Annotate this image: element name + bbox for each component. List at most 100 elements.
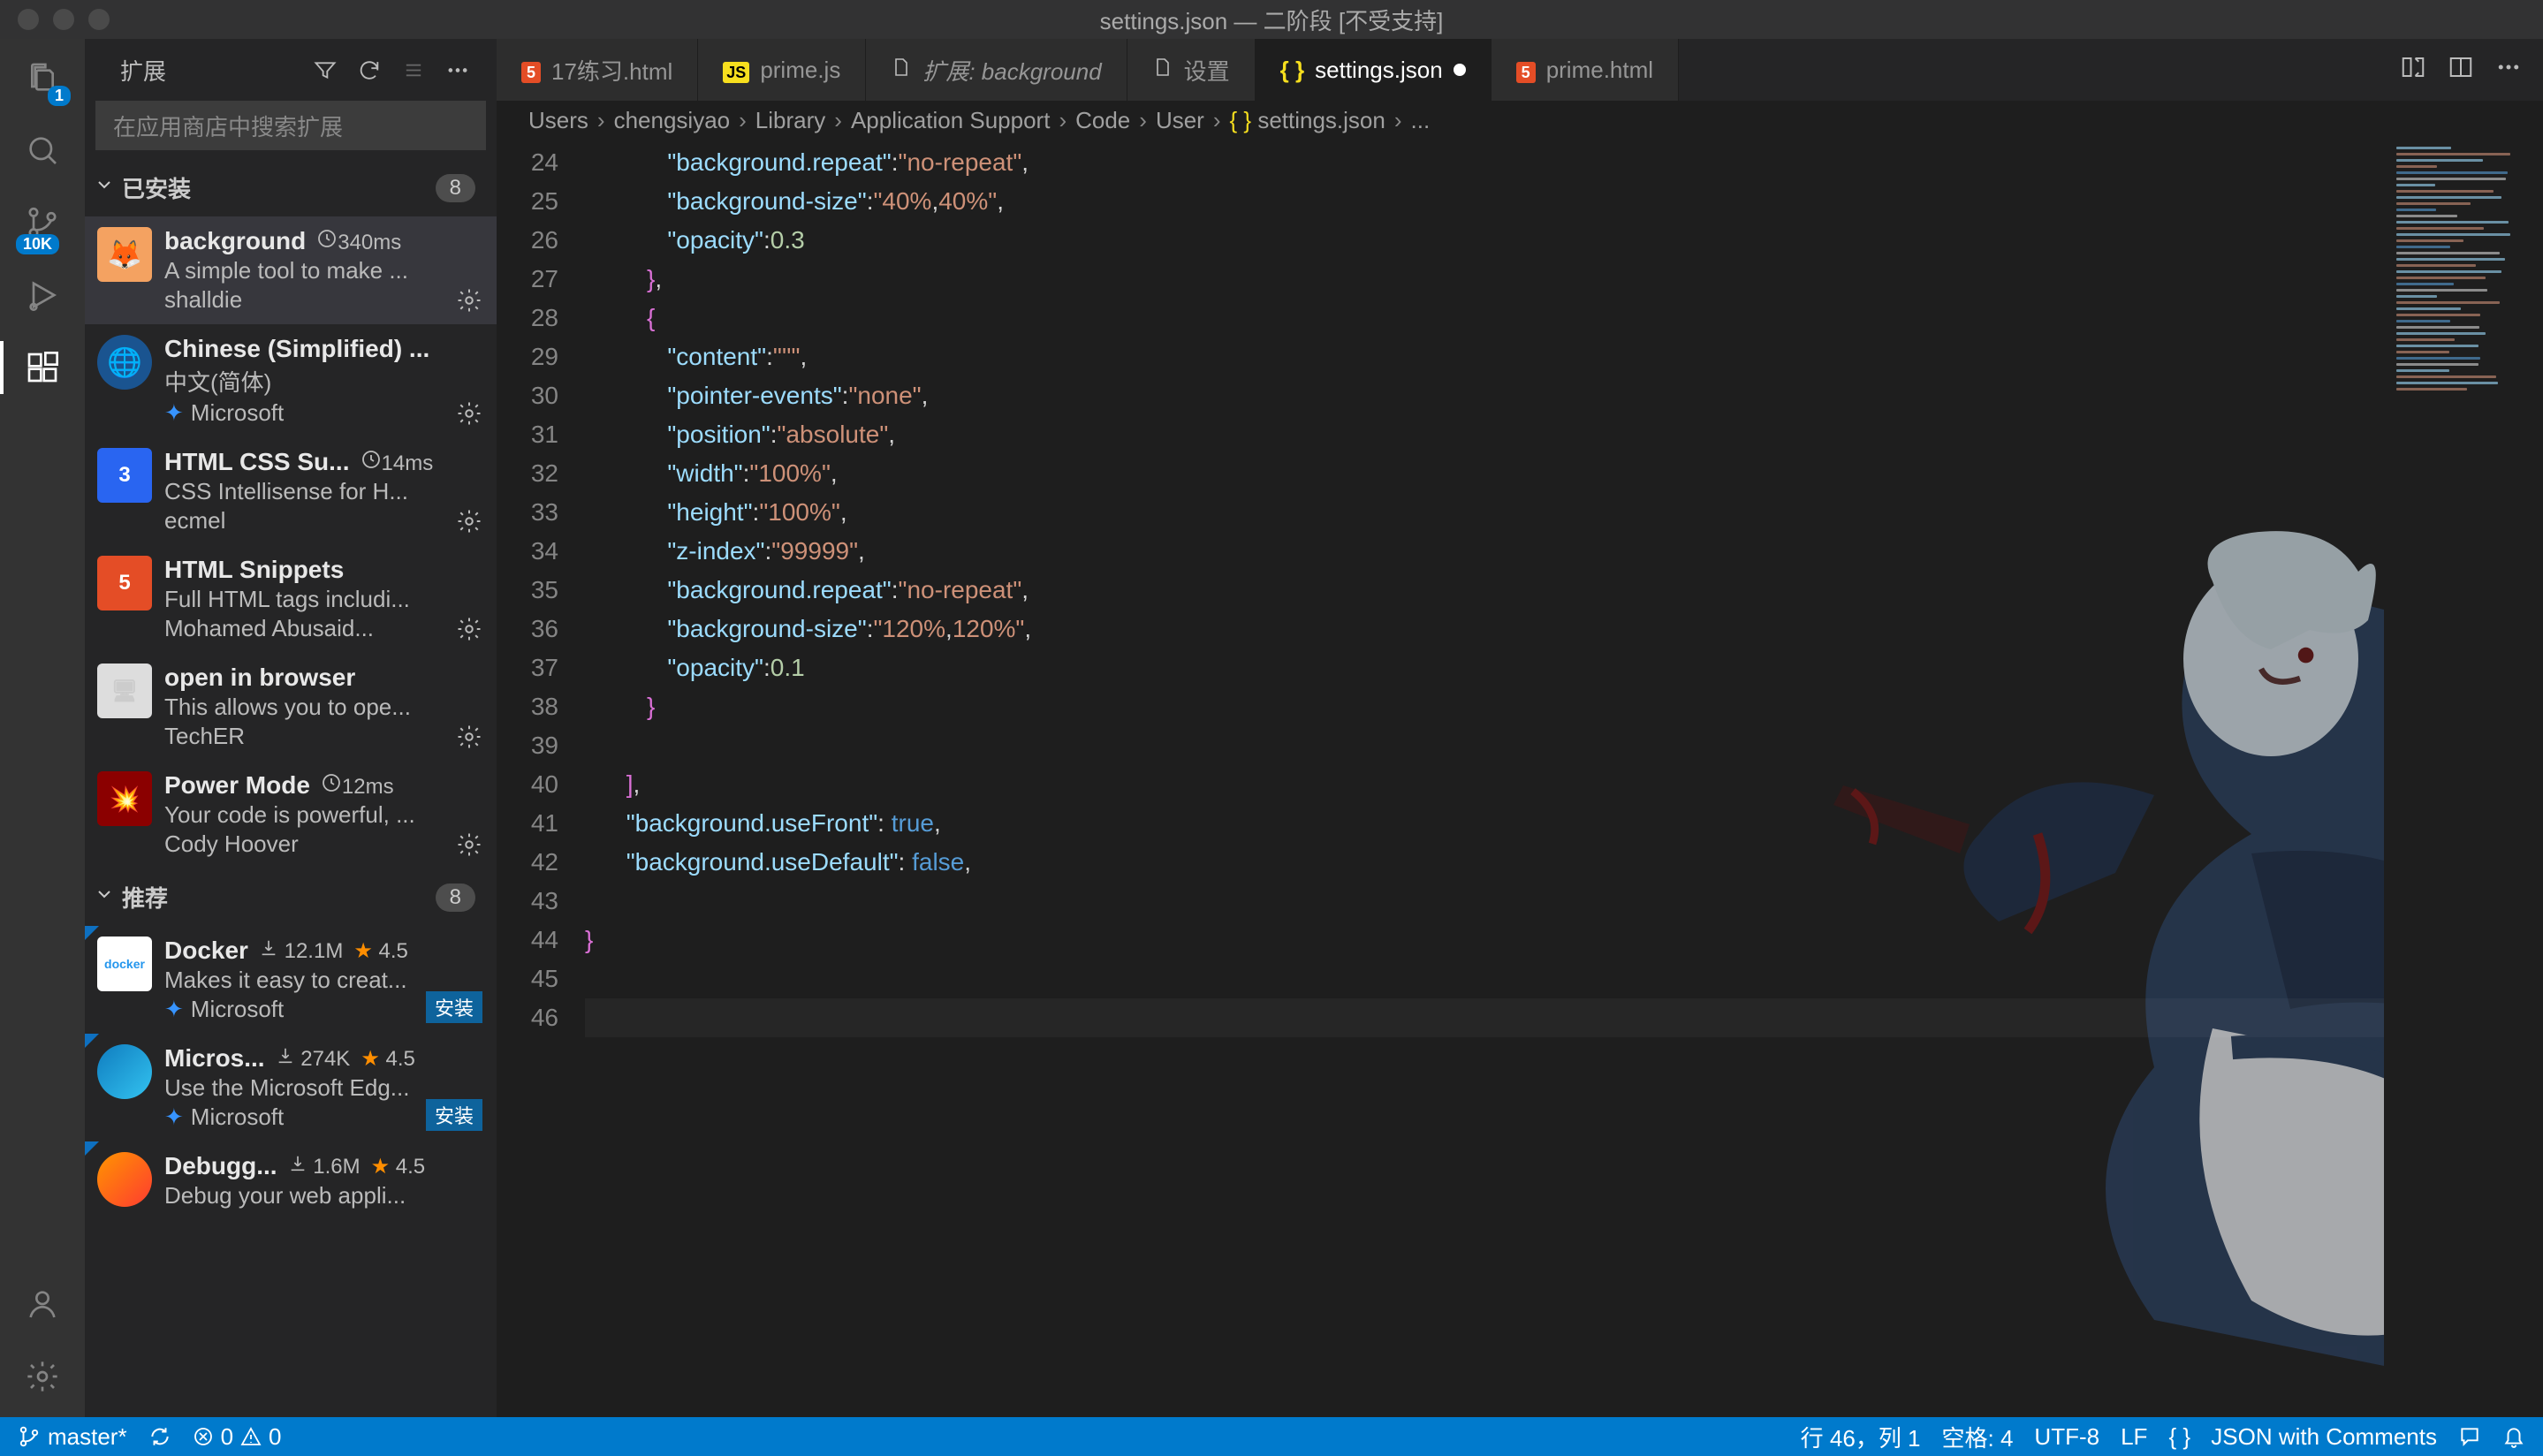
ext-desc: A simple tool to make ... [164, 257, 482, 284]
ext-icon: 5 [97, 556, 152, 610]
account-icon[interactable] [19, 1281, 65, 1327]
tab-prime.html[interactable]: 5prime.html [1492, 39, 1679, 101]
ext-item[interactable]: 🌐 Chinese (Simplified) ... 中文(简体) ✦Micro… [85, 324, 497, 437]
sidebar: 扩展 在应用商店中搜索扩展 已安装 8 🦊 background340ms A … [85, 39, 497, 1417]
line-number: 29 [497, 337, 558, 376]
tab-扩展: background[interactable]: 扩展: background [866, 39, 1127, 101]
ext-icon: docker [97, 937, 152, 991]
crumb[interactable]: Code [1075, 107, 1130, 134]
code-line: "background.useDefault": false, [585, 843, 2384, 882]
js-icon: JS [723, 57, 749, 84]
refresh-icon[interactable] [357, 55, 382, 86]
run-debug-icon[interactable] [19, 272, 65, 318]
tab-more-icon[interactable] [2495, 54, 2522, 87]
ext-name: open in browser [164, 664, 355, 692]
activity-bar: 1 10K [0, 39, 85, 1417]
code-content[interactable]: "background.repeat":"no-repeat", "backgr… [585, 140, 2384, 1417]
ext-item[interactable]: Micros... 274K ★ 4.5 Use the Microsoft E… [85, 1034, 497, 1141]
cursor-position[interactable]: 行 46，列 1 [1801, 1421, 1921, 1453]
code-line: "background.repeat":"no-repeat", [585, 571, 2384, 610]
code-line: }, [585, 260, 2384, 299]
install-button[interactable]: 安装 [426, 991, 482, 1023]
ext-publisher: ecmel [164, 507, 482, 535]
crumb[interactable]: User [1156, 107, 1204, 134]
branch-status[interactable]: master* [18, 1423, 127, 1451]
minimize-window-icon[interactable] [53, 9, 74, 30]
explorer-icon[interactable]: 1 [19, 55, 65, 101]
extension-search-input[interactable]: 在应用商店中搜索扩展 [95, 101, 486, 150]
crumb[interactable]: Users [528, 107, 588, 134]
line-number: 43 [497, 882, 558, 921]
line-number: 28 [497, 299, 558, 337]
feedback-icon[interactable] [2458, 1425, 2481, 1448]
line-number: 42 [497, 843, 558, 882]
close-window-icon[interactable] [18, 9, 39, 30]
search-icon[interactable] [19, 127, 65, 173]
ext-item[interactable]: 🦊 background340ms A simple tool to make … [85, 216, 497, 324]
filter-icon[interactable] [313, 55, 338, 86]
code-line [585, 998, 2384, 1037]
source-control-icon[interactable]: 10K [19, 200, 65, 246]
ext-downloads: 274K [276, 1046, 351, 1072]
ext-gear-icon[interactable] [456, 831, 482, 858]
recommend-corner-icon [85, 1034, 99, 1048]
extensions-icon[interactable] [19, 345, 65, 391]
ext-desc: 中文(简体) [164, 365, 482, 398]
breadcrumb[interactable]: Users›chengsiyao›Library›Application Sup… [497, 101, 2543, 140]
section-installed[interactable]: 已安装 8 [85, 159, 497, 216]
encoding-status[interactable]: UTF-8 [2034, 1423, 2099, 1451]
line-number: 24 [497, 143, 558, 182]
problems-status[interactable]: 0 0 [193, 1423, 282, 1451]
tab-设置[interactable]: 设置 [1127, 39, 1256, 101]
crumb[interactable]: ... [1411, 107, 1431, 134]
titlebar: settings.json — 二阶段 [不受支持] [0, 0, 2543, 39]
eol-status[interactable]: LF [2121, 1423, 2147, 1451]
recommend-corner-icon [85, 926, 99, 940]
indent-status[interactable]: 空格: 4 [1942, 1421, 2014, 1453]
more-icon[interactable] [445, 55, 470, 86]
ext-name: Power Mode [164, 771, 310, 800]
ext-item[interactable]: 3 HTML CSS Su...14ms CSS Intellisense fo… [85, 437, 497, 545]
code-line: "background-size":"40%,40%", [585, 182, 2384, 221]
minimap[interactable] [2384, 140, 2543, 1417]
split-editor-icon[interactable] [2448, 54, 2474, 87]
install-button[interactable]: 安装 [426, 1099, 482, 1131]
crumb[interactable]: Library [755, 107, 825, 134]
ext-gear-icon[interactable] [456, 508, 482, 535]
crumb[interactable]: { } settings.json [1230, 107, 1385, 134]
settings-gear-icon[interactable] [19, 1354, 65, 1399]
ext-item[interactable]: Debugg... 1.6M ★ 4.5 Debug your web appl… [85, 1141, 497, 1222]
tab-prime.js[interactable]: JSprime.js [698, 39, 866, 101]
ext-gear-icon[interactable] [456, 287, 482, 314]
language-status[interactable]: { } JSON with Comments [2168, 1423, 2437, 1451]
zoom-window-icon[interactable] [88, 9, 110, 30]
verified-icon: ✦ [164, 996, 184, 1023]
code-line: ], [585, 765, 2384, 804]
tab-17练习.html[interactable]: 517练习.html [497, 39, 698, 101]
ext-publisher: Mohamed Abusaid... [164, 615, 482, 642]
ext-item[interactable]: 🖥 open in browser This allows you to ope… [85, 653, 497, 761]
chevron-down-icon [94, 883, 115, 911]
ext-gear-icon[interactable] [456, 724, 482, 750]
code-line: "background.repeat":"no-repeat", [585, 143, 2384, 182]
collapse-icon[interactable] [401, 55, 426, 86]
ext-item[interactable]: 5 HTML Snippets Full HTML tags includi..… [85, 545, 497, 653]
ext-gear-icon[interactable] [456, 400, 482, 427]
crumb[interactable]: Application Support [851, 107, 1050, 134]
code-line: "background-size":"120%,120%", [585, 610, 2384, 648]
line-number: 35 [497, 571, 558, 610]
line-number: 45 [497, 959, 558, 998]
crumb[interactable]: chengsiyao [614, 107, 731, 134]
bell-icon[interactable] [2502, 1425, 2525, 1448]
code-line: "z-index":"99999", [585, 532, 2384, 571]
compare-icon[interactable] [2400, 54, 2426, 87]
tab-settings.json[interactable]: { }settings.json [1256, 39, 1492, 101]
line-number: 31 [497, 415, 558, 454]
code-line: "pointer-events":"none", [585, 376, 2384, 415]
ext-item[interactable]: 💥 Power Mode12ms Your code is powerful, … [85, 761, 497, 868]
ext-gear-icon[interactable] [456, 616, 482, 642]
ext-item[interactable]: docker Docker 12.1M ★ 4.5 Makes it easy … [85, 926, 497, 1034]
section-recommended[interactable]: 推荐 8 [85, 868, 497, 926]
search-placeholder: 在应用商店中搜索扩展 [113, 110, 343, 142]
sync-icon[interactable] [148, 1425, 171, 1448]
